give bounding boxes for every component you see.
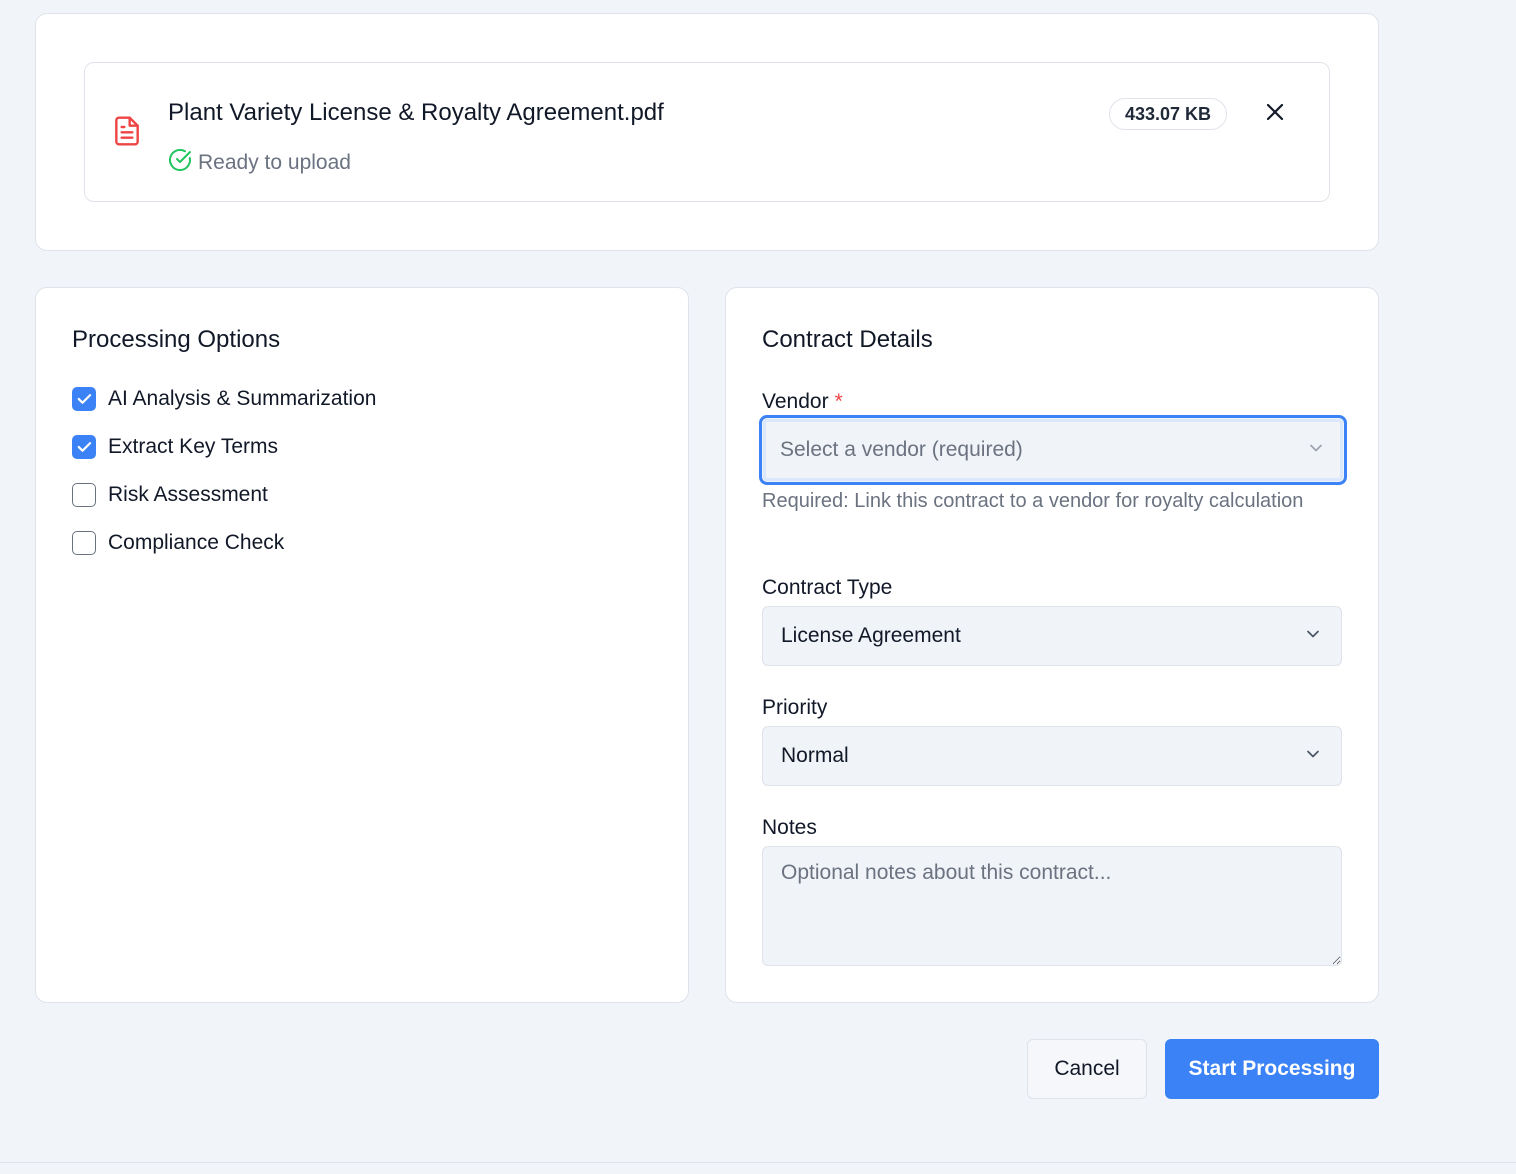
footer-divider	[0, 1162, 1516, 1163]
option-compliance-check[interactable]: Compliance Check	[72, 530, 284, 556]
vendor-label-text: Vendor	[762, 390, 829, 413]
start-processing-button[interactable]: Start Processing	[1165, 1039, 1379, 1099]
option-extract-key-terms[interactable]: Extract Key Terms	[72, 434, 278, 460]
vendor-select[interactable]: Select a vendor (required)	[759, 415, 1347, 485]
option-label: AI Analysis & Summarization	[108, 387, 377, 410]
vendor-label: Vendor *	[762, 390, 843, 414]
processing-options-card: Processing Options AI Analysis & Summari…	[35, 287, 689, 1003]
chevron-down-icon	[1306, 438, 1326, 463]
contract-type-select[interactable]: License Agreement	[762, 606, 1342, 666]
file-status-text: Ready to upload	[198, 151, 351, 174]
option-label: Extract Key Terms	[108, 435, 278, 458]
file-status: Ready to upload	[168, 148, 351, 178]
processing-options-title: Processing Options	[72, 326, 281, 353]
priority-value: Normal	[781, 744, 849, 767]
contract-type-value: License Agreement	[781, 624, 961, 647]
pdf-document-icon	[111, 113, 143, 149]
option-risk-assessment[interactable]: Risk Assessment	[72, 482, 268, 508]
notes-textarea[interactable]	[762, 846, 1342, 966]
priority-select[interactable]: Normal	[762, 726, 1342, 786]
cancel-button[interactable]: Cancel	[1027, 1039, 1147, 1099]
contract-details-card: Contract Details Vendor * Select a vendor…	[725, 287, 1379, 1003]
file-name: Plant Variety License & Royalty Agreemen…	[168, 99, 664, 126]
chevron-down-icon	[1303, 624, 1323, 649]
contract-type-label: Contract Type	[762, 576, 893, 599]
file-item: Plant Variety License & Royalty Agreemen…	[84, 62, 1330, 202]
file-upload-card: Plant Variety License & Royalty Agreemen…	[35, 13, 1379, 251]
close-icon	[1263, 100, 1287, 129]
required-marker: *	[834, 390, 843, 413]
checkbox[interactable]	[72, 483, 96, 507]
chevron-down-icon	[1303, 744, 1323, 769]
contract-details-title: Contract Details	[762, 326, 933, 353]
vendor-select-placeholder: Select a vendor (required)	[780, 438, 1023, 461]
checkbox[interactable]	[72, 435, 96, 459]
file-size-badge: 433.07 KB	[1109, 98, 1228, 130]
vendor-help-text: Required: Link this contract to a vendor…	[762, 490, 1304, 512]
checkbox[interactable]	[72, 531, 96, 555]
option-label: Compliance Check	[108, 531, 285, 554]
check-circle-icon	[168, 148, 192, 178]
option-label: Risk Assessment	[108, 483, 268, 506]
checkbox[interactable]	[72, 387, 96, 411]
option-ai-analysis[interactable]: AI Analysis & Summarization	[72, 386, 376, 412]
notes-label: Notes	[762, 816, 817, 839]
remove-file-button[interactable]	[1261, 100, 1289, 128]
priority-label: Priority	[762, 696, 828, 719]
